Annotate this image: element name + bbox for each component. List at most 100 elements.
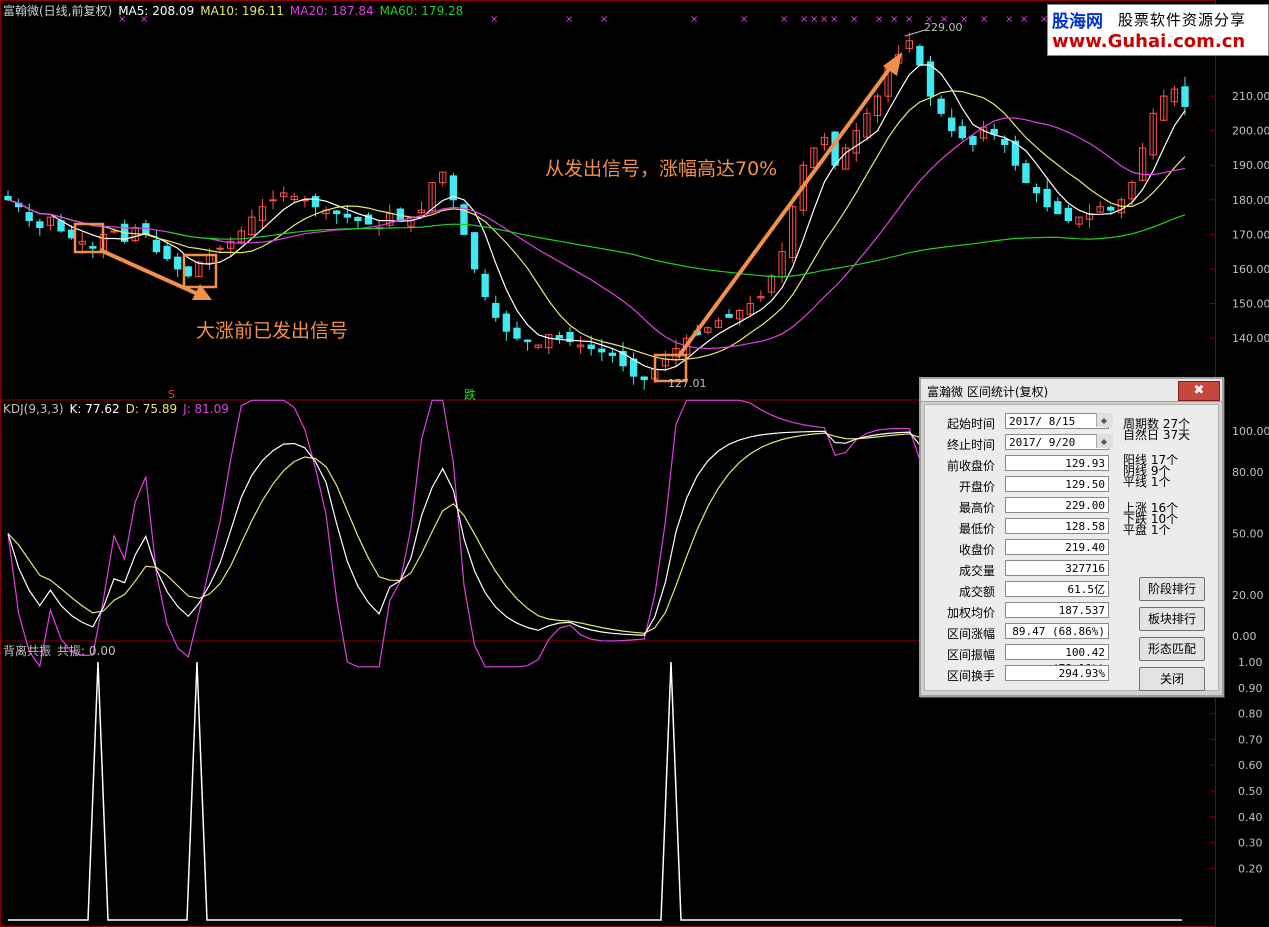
candle-body [89,246,97,249]
signal-x-icon: × [600,14,608,25]
stat-label: 最低价 [958,522,995,536]
stat-value: 128.58 [1005,518,1109,534]
ma60-line [166,214,1186,278]
interval-stats-dialog[interactable]: 富瀚微 区间统计(复权) ✖ 起始时间 2017/ 8/15 终止时间 2017/ 9… [919,377,1224,697]
flat-line-stat: 平线 1个 [1123,475,1171,489]
kdj-k-value: K: 77.62 [69,402,120,416]
ma5-line [7,64,1186,371]
indicator-tick-label: 0.30 [1238,837,1263,850]
candle-body [492,302,500,318]
fall-marker: 跌 [464,388,477,402]
candle-body [608,352,617,356]
kdj-tick-label: 50.00 [1232,528,1264,541]
indicator-title: 背离共振 [3,644,52,658]
kdj-d-value: D: 75.89 [125,402,178,416]
candle-body [1181,86,1189,107]
kdj-tick-label: 20.00 [1232,589,1264,602]
stat-value: 129.50 [1005,476,1109,492]
stat-value: 229.00 [1005,497,1109,513]
signal-box [73,222,105,254]
candle-body [948,117,956,132]
stat-value: 89.47 (68.86%) [1005,623,1109,639]
ma60-value: MA60: 179.28 [379,4,464,18]
ma5-value: MA5: 208.09 [118,4,195,18]
stat-value: 129.93 [1005,455,1109,471]
stat-value: 294.93% [1005,665,1109,681]
indicator-tick-label: 0.20 [1238,862,1263,875]
candle-body [523,339,532,343]
stat-label: 开盘价 [958,480,995,494]
date-spinner-icon[interactable] [1096,413,1113,427]
indicator-tick-label: 0.80 [1238,708,1263,721]
pattern-match-button[interactable]: 形态匹配 [1139,637,1205,661]
close-button[interactable]: 关闭 [1139,667,1205,691]
stat-value: 61.5亿 [1005,581,1109,597]
candle-body [725,313,733,318]
candle-body [216,247,224,250]
stat-label: 区间涨幅 [946,627,995,641]
kdj-tick-label: 0.00 [1232,630,1257,643]
candle-body [587,344,595,350]
stat-row: 收盘价 219.40 [929,539,1113,557]
stat-label: 起始时间 [946,417,995,431]
stat-row: 区间换手 294.93% [929,665,1113,683]
kdj-title: KDJ(9,3,3) [3,402,64,416]
kdj-header: KDJ(9,3,3) K: 77.62 D: 75.89 J: 81.09 [3,402,235,416]
stat-row: 终止时间 2017/ 9/20 [929,434,1113,452]
price-tick-label: 210.00 [1232,90,1269,103]
date-field[interactable]: 2017/ 9/20 [1005,434,1109,450]
ma10-value: MA10: 196.11 [200,4,284,18]
stat-label: 前收盘价 [946,459,995,473]
indicator-tick-label: 1.00 [1238,656,1263,669]
signal-x-icon: × [800,14,808,25]
stat-value: 187.537 [1005,602,1109,618]
price-tick-label: 200.00 [1232,125,1269,138]
indicator-value: 共振: 0.00 [57,644,116,658]
stat-label: 区间换手 [946,669,995,683]
signal-x-icon: × [740,14,748,25]
stat-label: 成交量 [958,564,995,578]
stock-title: 富翰微(日线,前复权) [3,4,113,18]
signal-x-icon: × [490,14,498,25]
price-tick-label: 140.00 [1232,332,1269,345]
stat-row: 成交额 61.5亿 [929,581,1113,599]
candle-body [598,348,606,353]
indicator-header: 背离共振 共振: 0.00 [3,644,122,658]
date-field[interactable]: 2017/ 8/15 [1005,413,1109,429]
signal-x-icon: × [1020,14,1028,25]
candle-body [1064,207,1073,222]
signal-x-icon: × [875,14,883,25]
sector-rank-button[interactable]: 板块排行 [1139,607,1205,631]
candle-body [173,256,182,270]
stat-row: 起始时间 2017/ 8/15 [929,413,1113,431]
watermark-slogan: 股票软件资源分享 [1118,11,1247,29]
ma20-value: MA20: 187.84 [289,4,374,18]
stat-row: 最低价 128.58 [929,518,1113,536]
rise-arrow-line [676,66,892,359]
buy-marker: S [168,388,175,401]
candle-body [184,266,192,277]
candle-body [958,126,967,139]
watermark-brand: 股海网 [1052,12,1103,32]
price-tick-label: 170.00 [1232,228,1269,241]
candle-body [343,213,351,218]
dialog-titlebar[interactable]: 富瀚微 区间统计(复权) ✖ [921,379,1222,402]
stage-rank-button[interactable]: 阶段排行 [1139,577,1205,601]
candle-body [1054,201,1062,215]
date-spinner-icon[interactable] [1096,434,1113,448]
signal-x-icon: × [820,14,828,25]
indicator-tick-label: 0.90 [1238,682,1263,695]
candle-body [333,210,341,215]
indicator-tick-label: 0.40 [1238,811,1263,824]
stat-value: 327716 [1005,560,1109,576]
resonance-line [8,661,1182,921]
stat-row: 成交量 327716 [929,560,1113,578]
signal-x-icon: × [905,14,913,25]
stat-row: 加权均价 187.537 [929,602,1113,620]
candle-body [470,232,479,270]
watermark-url: www.Guhai.com.cn [1052,31,1246,52]
close-icon[interactable]: ✖ [1178,381,1220,401]
candle-body [152,239,161,253]
kdj-tick-label: 80.00 [1232,466,1264,479]
candle-body [1022,163,1030,184]
